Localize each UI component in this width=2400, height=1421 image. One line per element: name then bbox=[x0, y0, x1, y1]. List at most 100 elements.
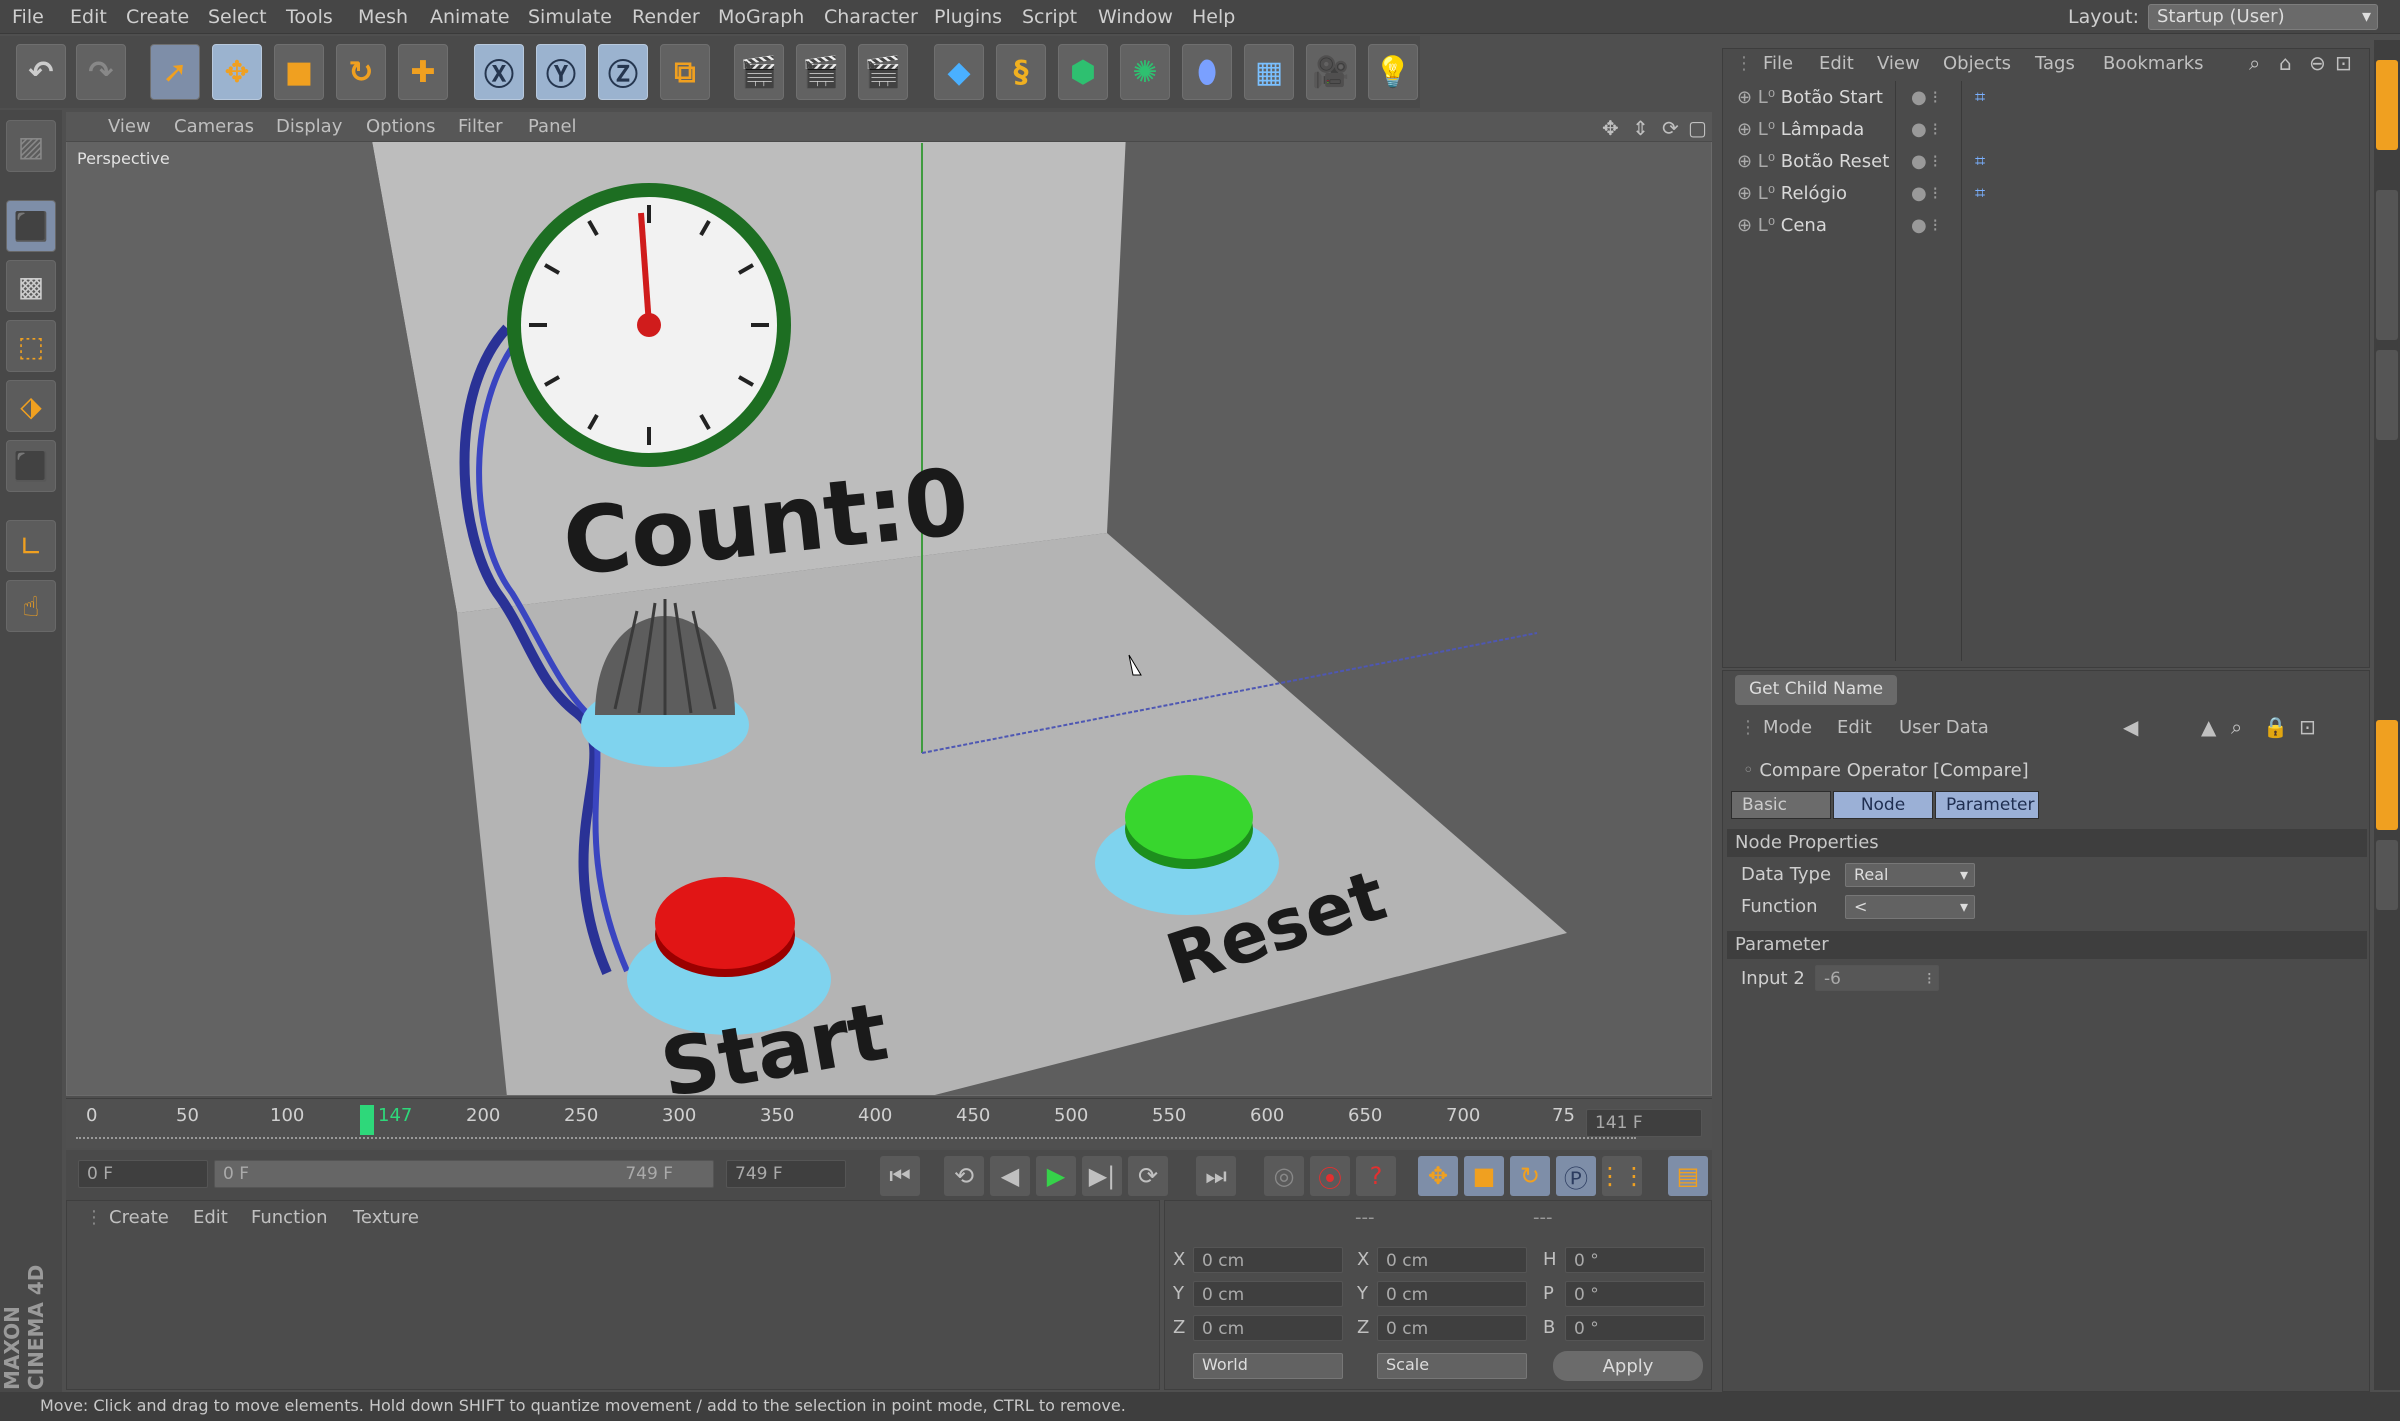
end-frame-field[interactable]: 749 F bbox=[726, 1160, 846, 1188]
playhead[interactable] bbox=[360, 1105, 374, 1135]
vp-menu-panel[interactable]: Panel bbox=[528, 116, 577, 137]
loop-icon[interactable]: ⟲ bbox=[944, 1156, 984, 1196]
vp-menu-options[interactable]: Options bbox=[366, 116, 435, 137]
size-y-field[interactable]: 0 cm bbox=[1377, 1281, 1527, 1307]
menu-file[interactable]: File bbox=[12, 6, 44, 28]
mat-menu-texture[interactable]: Texture bbox=[353, 1207, 419, 1228]
scale-tool-icon[interactable]: ■ bbox=[274, 44, 324, 100]
attributes-side-tab[interactable] bbox=[2376, 720, 2398, 830]
key-pla-icon[interactable]: ⋮⋮ bbox=[1598, 1156, 1646, 1196]
y-axis-icon[interactable]: Ⓨ bbox=[536, 44, 586, 100]
go-to-start-icon[interactable]: ⏮ bbox=[880, 1156, 920, 1196]
om-menu-objects[interactable]: Objects bbox=[1943, 53, 2011, 74]
om-menu-edit[interactable]: Edit bbox=[1819, 53, 1854, 74]
start-frame-field[interactable]: 0 F bbox=[78, 1160, 208, 1188]
go-to-end-icon[interactable]: ⏭ bbox=[1196, 1156, 1236, 1196]
apply-button[interactable]: Apply bbox=[1553, 1351, 1703, 1381]
lock-icon[interactable]: 🔒 bbox=[2263, 715, 2288, 739]
render-picture-viewer-icon[interactable]: 🎬 bbox=[796, 44, 846, 100]
pos-y-field[interactable]: 0 cm bbox=[1193, 1281, 1343, 1307]
am-menu-mode[interactable]: Mode bbox=[1763, 717, 1812, 738]
visibility-dots-icon[interactable]: ● ⁝ bbox=[1911, 183, 1938, 204]
menu-mesh[interactable]: Mesh bbox=[358, 6, 408, 28]
mograph-cloner-icon[interactable]: ✺ bbox=[1120, 44, 1170, 100]
vp-menu-display[interactable]: Display bbox=[276, 116, 342, 137]
render-settings-icon[interactable]: 🎬 bbox=[858, 44, 908, 100]
key-parameter-icon[interactable]: Ⓟ bbox=[1556, 1156, 1596, 1196]
z-axis-icon[interactable]: Ⓩ bbox=[598, 44, 648, 100]
loop-forward-icon[interactable]: ⟳ bbox=[1128, 1156, 1168, 1196]
stepper-icon[interactable]: ⁝ bbox=[1927, 969, 1932, 989]
om-menu-bookmarks[interactable]: Bookmarks bbox=[2103, 53, 2204, 74]
rot-h-field[interactable]: 0 ° bbox=[1565, 1247, 1705, 1273]
add-object-icon[interactable]: ✚ bbox=[398, 44, 448, 100]
scale-dropdown[interactable]: Scale bbox=[1377, 1353, 1527, 1379]
vp-menu-filter[interactable]: Filter bbox=[458, 116, 503, 137]
visibility-dots-icon[interactable]: ● ⁝ bbox=[1911, 87, 1938, 108]
xpresso-tag-icon[interactable]: ⌗ bbox=[1975, 151, 1985, 172]
function-dropdown[interactable]: < ▾ bbox=[1845, 895, 1975, 919]
vp-menu-cameras[interactable]: Cameras bbox=[174, 116, 254, 137]
layers-side-tab[interactable] bbox=[2376, 840, 2398, 910]
pos-x-field[interactable]: 0 cm bbox=[1193, 1247, 1343, 1273]
content-browser-side-tab[interactable] bbox=[2376, 190, 2398, 340]
object-row[interactable]: ⊕ L⁰ Lâmpada ● ⁝ bbox=[1729, 115, 2359, 147]
undo-icon[interactable]: ↶ bbox=[16, 44, 66, 100]
visibility-dots-icon[interactable]: ● ⁝ bbox=[1911, 215, 1938, 236]
live-select-icon[interactable]: ➚ bbox=[150, 44, 200, 100]
rotate-tool-icon[interactable]: ↻ bbox=[336, 44, 386, 100]
object-row[interactable]: ⊕ L⁰ Cena ● ⁝ bbox=[1729, 211, 2359, 243]
home-icon[interactable]: ⌂ bbox=[2279, 51, 2292, 75]
menu-tools[interactable]: Tools bbox=[286, 6, 333, 28]
am-menu-edit[interactable]: Edit bbox=[1837, 717, 1872, 738]
tab-parameter[interactable]: Parameter bbox=[1935, 791, 2039, 819]
light-icon[interactable]: 💡 bbox=[1368, 44, 1418, 100]
polygons-mode-icon[interactable]: ⬛ bbox=[6, 440, 56, 492]
xpresso-tag-icon[interactable]: ⌗ bbox=[1975, 183, 1985, 204]
menu-create[interactable]: Create bbox=[126, 6, 189, 28]
mat-menu-function[interactable]: Function bbox=[251, 1207, 328, 1228]
start-button[interactable] bbox=[655, 877, 795, 969]
menu-script[interactable]: Script bbox=[1022, 6, 1077, 28]
rotate-view-icon[interactable]: ⟳ bbox=[1662, 116, 1679, 140]
rot-b-field[interactable]: 0 ° bbox=[1565, 1315, 1705, 1341]
deformer-icon[interactable]: ⬮ bbox=[1182, 44, 1232, 100]
edges-mode-icon[interactable]: ⬗ bbox=[6, 380, 56, 432]
pos-z-field[interactable]: 0 cm bbox=[1193, 1315, 1343, 1341]
size-x-field[interactable]: 0 cm bbox=[1377, 1247, 1527, 1273]
points-mode-icon[interactable]: ⬚ bbox=[6, 320, 56, 372]
toggle-view-icon[interactable]: ▢ bbox=[1688, 116, 1707, 140]
reset-button[interactable] bbox=[1125, 775, 1253, 859]
camera-icon[interactable]: 🎥 bbox=[1306, 44, 1356, 100]
key-rotation-icon[interactable]: ↻ bbox=[1510, 1156, 1550, 1196]
menu-character[interactable]: Character bbox=[824, 6, 918, 28]
redo-icon[interactable]: ↷ bbox=[76, 44, 126, 100]
search-icon[interactable]: ⌕ bbox=[2249, 51, 2260, 75]
record-off-icon[interactable]: ◎ bbox=[1264, 1156, 1304, 1196]
zoom-icon[interactable]: ⇕ bbox=[1632, 116, 1649, 140]
cube-primitive-icon[interactable]: ◆ bbox=[934, 44, 984, 100]
link-icon[interactable]: ⊖ bbox=[2309, 51, 2326, 75]
3d-viewport[interactable]: Count:0 Start Reset Perspective bbox=[66, 112, 1712, 1096]
tab-basic[interactable]: Basic bbox=[1731, 791, 1831, 819]
model-mode-icon[interactable]: ⬛ bbox=[6, 200, 56, 252]
om-menu-tags[interactable]: Tags bbox=[2035, 53, 2075, 74]
new-view-icon[interactable]: ⊡ bbox=[2335, 51, 2352, 75]
visibility-dots-icon[interactable]: ● ⁝ bbox=[1911, 119, 1938, 140]
search-icon[interactable]: ⌕ bbox=[2231, 715, 2242, 739]
world-dropdown[interactable]: World bbox=[1193, 1353, 1343, 1379]
node-title-tab[interactable]: Get Child Name bbox=[1735, 675, 1898, 705]
menu-select[interactable]: Select bbox=[208, 6, 267, 28]
key-position-icon[interactable]: ✥ bbox=[1418, 1156, 1458, 1196]
make-editable-icon[interactable]: ▨ bbox=[6, 120, 56, 172]
back-arrow-icon[interactable]: ◀ bbox=[2123, 715, 2138, 739]
xpresso-tag-icon[interactable]: ⌗ bbox=[1975, 87, 1985, 108]
data-type-dropdown[interactable]: Real ▾ bbox=[1845, 863, 1975, 887]
menu-plugins[interactable]: Plugins bbox=[934, 6, 1002, 28]
object-row[interactable]: ⊕ L⁰ Botão Start ● ⁝ ⌗ bbox=[1729, 83, 2359, 115]
play-icon[interactable]: ▶ bbox=[1036, 1156, 1076, 1196]
texture-mode-icon[interactable]: ▩ bbox=[6, 260, 56, 312]
om-menu-file[interactable]: File bbox=[1763, 53, 1793, 74]
structure-side-tab[interactable] bbox=[2376, 350, 2398, 440]
axis-mode-icon[interactable]: ∟ bbox=[6, 520, 56, 572]
